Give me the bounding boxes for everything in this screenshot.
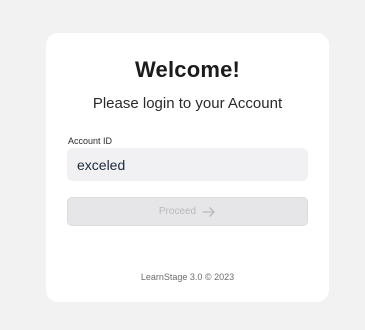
arrow-right-icon <box>202 206 216 217</box>
proceed-button[interactable]: Proceed <box>67 197 308 226</box>
login-subtitle: Please login to your Account <box>92 95 283 112</box>
footer-copyright: LearnStage 3.0 © 2023 <box>140 272 235 282</box>
account-id-input[interactable] <box>67 148 308 181</box>
login-card: Welcome! Please login to your Account Ac… <box>46 33 329 302</box>
account-id-label: Account ID <box>68 136 113 146</box>
proceed-label: Proceed <box>158 206 197 217</box>
page-title: Welcome! <box>134 57 241 82</box>
